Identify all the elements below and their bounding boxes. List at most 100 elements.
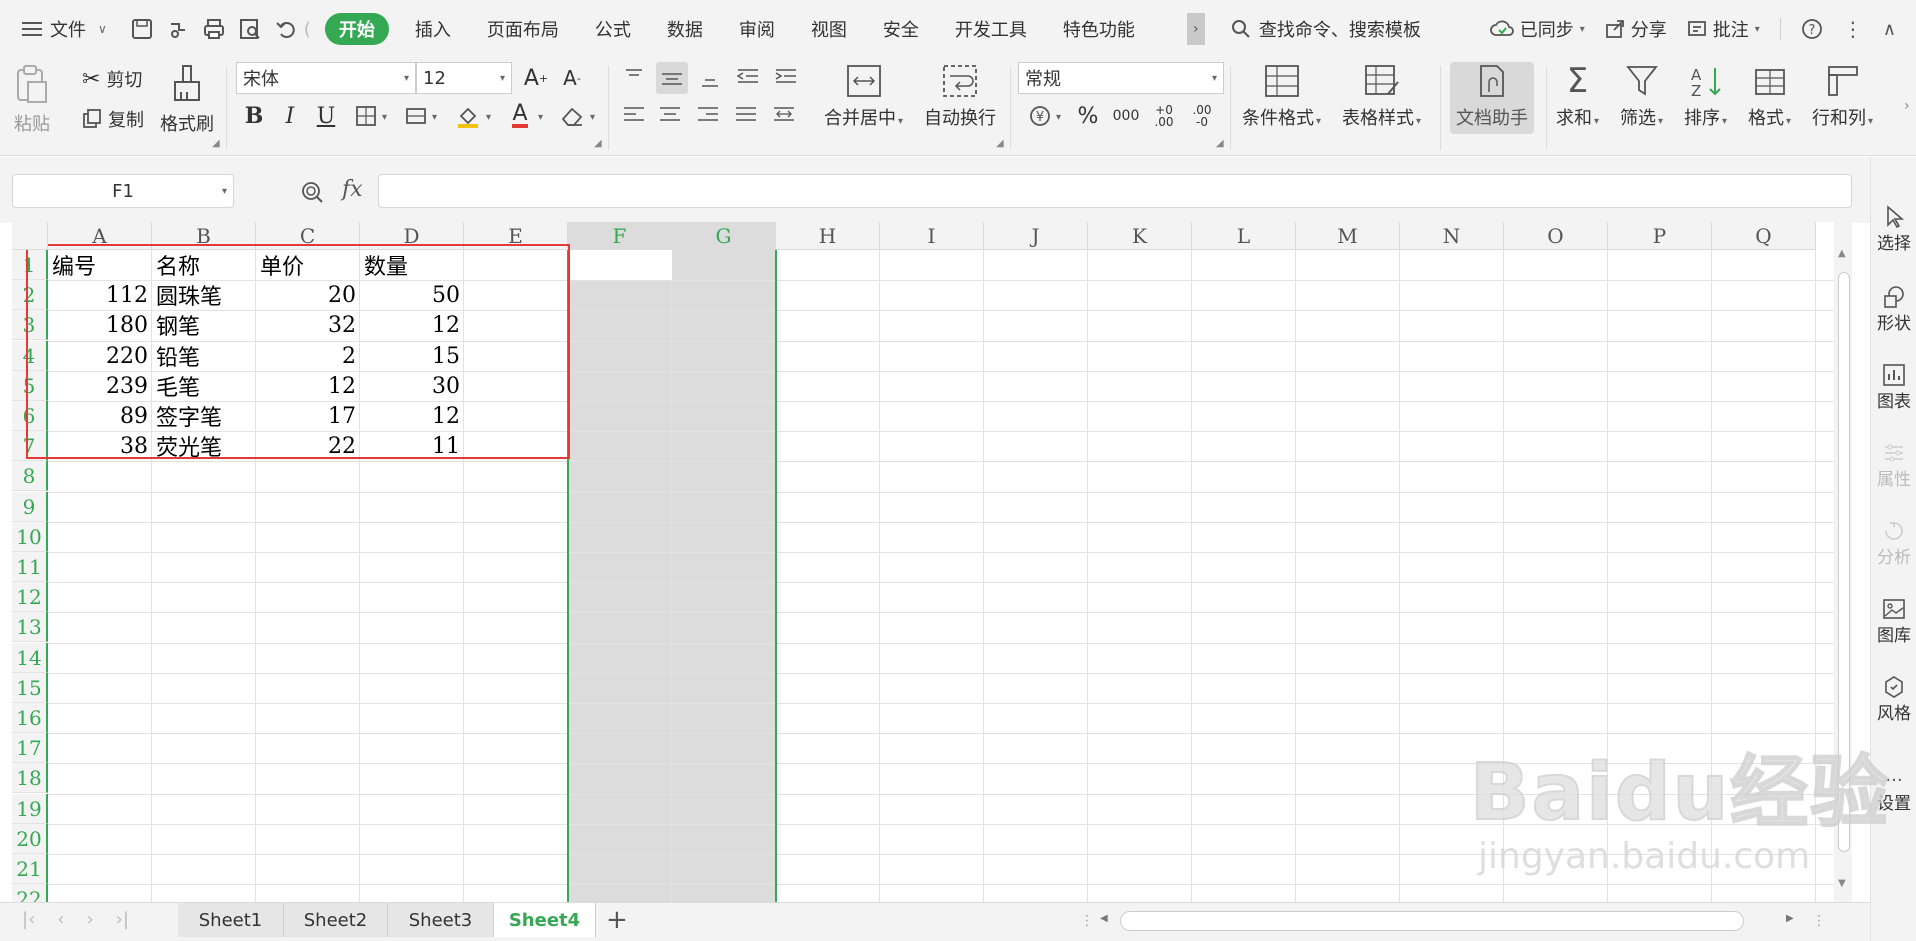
- group-launcher-icon[interactable]: ◢: [594, 138, 602, 149]
- spreadsheet-grid[interactable]: A B C D E F G H I J K L M N O P Q 1 2 3 4 5 6 7 8 9 10 11 12 13 14 15 16…: [12, 222, 1834, 902]
- next-sheet-icon[interactable]: ›: [86, 909, 93, 930]
- last-sheet-icon[interactable]: ›|: [116, 909, 129, 930]
- tab-special[interactable]: 特色功能: [1045, 0, 1153, 58]
- sheet-tab-3[interactable]: Sheet3: [388, 903, 494, 937]
- align-left-icon[interactable]: [620, 102, 648, 130]
- align-middle-icon[interactable]: [656, 62, 688, 94]
- ribbon-scroll-right-icon[interactable]: ›: [1904, 98, 1910, 114]
- vertical-scroll-thumb[interactable]: [1838, 272, 1850, 852]
- table-style-button[interactable]: 表格样式 ▾: [1342, 64, 1421, 130]
- caret-down-icon[interactable]: ▾: [486, 112, 491, 123]
- more-options-icon[interactable]: ⋮: [1843, 17, 1863, 41]
- increase-decimal-icon[interactable]: +0.00: [1150, 102, 1178, 130]
- row-header[interactable]: 15: [12, 673, 48, 703]
- percent-icon[interactable]: %: [1074, 102, 1102, 130]
- tab-insert[interactable]: 插入: [397, 0, 469, 58]
- column-header[interactable]: P: [1608, 222, 1712, 250]
- panel-gallery[interactable]: 图库: [1871, 597, 1916, 646]
- column-header[interactable]: G: [672, 222, 776, 250]
- panel-style[interactable]: 风格: [1871, 675, 1916, 724]
- row-col-button[interactable]: 行和列 ▾: [1812, 64, 1873, 130]
- save-icon[interactable]: [131, 18, 153, 40]
- format-button[interactable]: 格式 ▾: [1748, 64, 1791, 130]
- tab-view[interactable]: 视图: [793, 0, 865, 58]
- name-box[interactable]: F1 ▾: [12, 174, 234, 208]
- save-as-icon[interactable]: [167, 18, 189, 40]
- print-icon[interactable]: [203, 18, 225, 40]
- align-bottom-icon[interactable]: [696, 64, 724, 92]
- tab-page-layout[interactable]: 页面布局: [469, 0, 577, 58]
- sync-button[interactable]: 已同步 ▾: [1489, 16, 1585, 42]
- caret-down-icon[interactable]: ▾: [1056, 112, 1061, 123]
- scroll-right-icon[interactable]: ▶: [1786, 913, 1794, 924]
- row-header[interactable]: 17: [12, 733, 48, 763]
- tab-data[interactable]: 数据: [649, 0, 721, 58]
- formula-input[interactable]: [378, 174, 1852, 208]
- font-name-select[interactable]: 宋体 ▾: [236, 62, 416, 94]
- align-top-icon[interactable]: [620, 64, 648, 92]
- borders-icon[interactable]: [352, 102, 380, 130]
- column-header[interactable]: K: [1088, 222, 1192, 250]
- column-header[interactable]: O: [1504, 222, 1608, 250]
- decrease-indent-icon[interactable]: [734, 64, 762, 92]
- tab-review[interactable]: 审阅: [721, 0, 793, 58]
- more-tabs-button[interactable]: ›: [1186, 13, 1205, 45]
- row-header[interactable]: 10: [12, 522, 48, 552]
- select-all-corner[interactable]: [12, 222, 48, 250]
- scroll-down-icon[interactable]: ▼: [1838, 878, 1846, 889]
- decrease-font-icon[interactable]: A-: [558, 64, 586, 92]
- format-painter-button[interactable]: 格式刷: [160, 64, 214, 136]
- collapse-ribbon-icon[interactable]: ∧: [1883, 19, 1896, 40]
- prev-sheet-icon[interactable]: ‹: [57, 909, 64, 930]
- column-header[interactable]: H: [776, 222, 880, 250]
- eraser-icon[interactable]: [558, 102, 586, 130]
- column-header[interactable]: N: [1400, 222, 1504, 250]
- row-header[interactable]: 8: [12, 461, 48, 491]
- panel-shapes[interactable]: 形状: [1871, 285, 1916, 334]
- column-header[interactable]: Q: [1712, 222, 1816, 250]
- row-header[interactable]: 13: [12, 612, 48, 642]
- caret-down-icon[interactable]: ▾: [538, 112, 543, 123]
- command-search[interactable]: 查找命令、搜索模板: [1227, 0, 1425, 58]
- italic-button[interactable]: I: [276, 102, 304, 130]
- caret-down-icon[interactable]: ▾: [432, 112, 437, 123]
- align-center-icon[interactable]: [656, 102, 684, 130]
- cell-style-icon[interactable]: [402, 102, 430, 130]
- caret-down-icon[interactable]: ▾: [590, 112, 595, 123]
- row-header[interactable]: 19: [12, 794, 48, 824]
- sheet-tab-2[interactable]: Sheet2: [284, 903, 388, 937]
- zoom-function-icon[interactable]: [300, 180, 324, 204]
- doc-assistant-button[interactable]: 文档助手: [1450, 62, 1534, 134]
- row-header[interactable]: 20: [12, 824, 48, 854]
- share-button[interactable]: 分享: [1605, 16, 1667, 42]
- tab-home[interactable]: 开始: [324, 13, 389, 45]
- undo-icon[interactable]: [275, 18, 297, 40]
- group-launcher-icon[interactable]: ◢: [1216, 138, 1224, 149]
- cut-button[interactable]: ✂ 剪切: [82, 66, 142, 92]
- row-header[interactable]: 22: [12, 884, 48, 902]
- panel-select[interactable]: 选择: [1871, 205, 1916, 254]
- panel-settings[interactable]: ··· 设置: [1871, 772, 1916, 815]
- column-header[interactable]: F: [568, 222, 672, 250]
- row-header[interactable]: 12: [12, 582, 48, 612]
- file-menu[interactable]: 文件 ∨: [18, 0, 111, 58]
- justify-icon[interactable]: [732, 102, 760, 130]
- paste-button[interactable]: 粘贴: [14, 64, 50, 136]
- row-header[interactable]: 16: [12, 703, 48, 733]
- comment-button[interactable]: 批注 ▾: [1687, 16, 1760, 42]
- tab-developer[interactable]: 开发工具: [937, 0, 1045, 58]
- filter-button[interactable]: 筛选 ▾: [1620, 64, 1663, 130]
- distribute-icon[interactable]: [770, 102, 798, 130]
- column-header[interactable]: M: [1296, 222, 1400, 250]
- sort-button[interactable]: AZ 排序 ▾: [1684, 64, 1727, 130]
- increase-indent-icon[interactable]: [772, 64, 800, 92]
- sum-button[interactable]: Σ 求和 ▾: [1556, 64, 1599, 130]
- group-launcher-icon[interactable]: ◢: [212, 138, 220, 149]
- tab-security[interactable]: 安全: [865, 0, 937, 58]
- column-header[interactable]: J: [984, 222, 1088, 250]
- row-header[interactable]: 9: [12, 492, 48, 522]
- merge-center-button[interactable]: 合并居中 ▾: [824, 64, 903, 130]
- number-format-select[interactable]: 常规 ▾: [1018, 62, 1224, 94]
- first-sheet-icon[interactable]: |‹: [22, 909, 35, 930]
- copy-button[interactable]: 复制: [82, 106, 144, 132]
